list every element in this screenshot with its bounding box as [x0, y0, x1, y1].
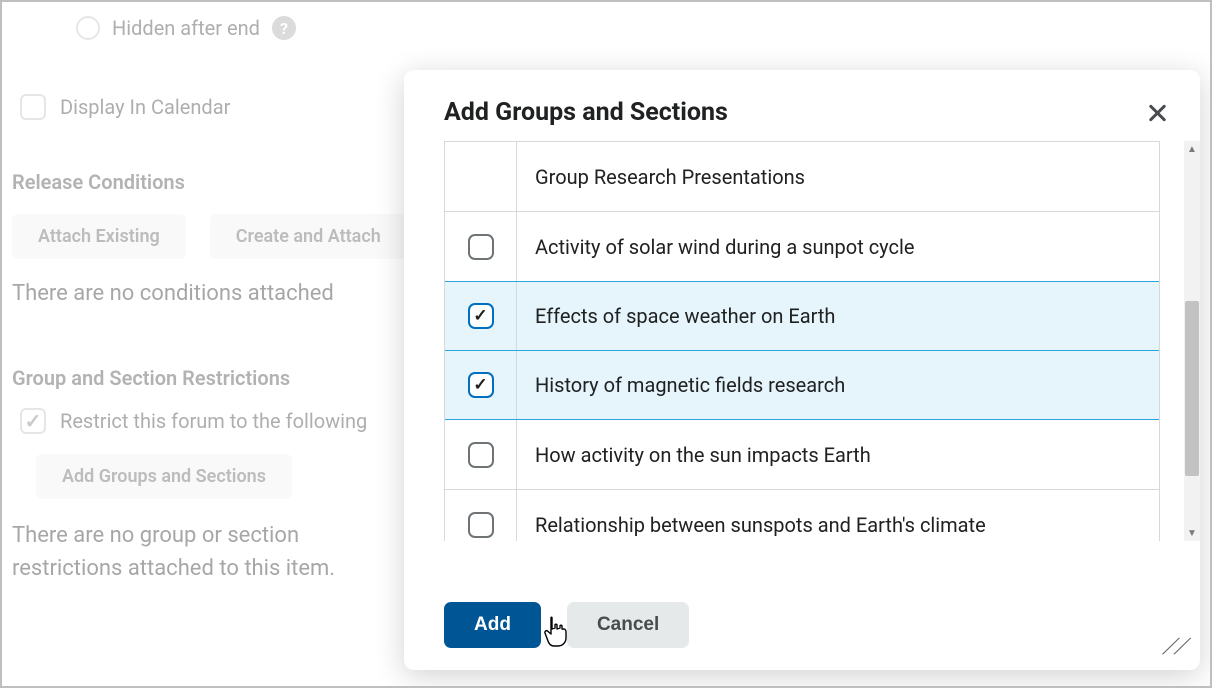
row-label: Activity of solar wind during a sunpot c… [517, 235, 1159, 259]
row-label: How activity on the sun impacts Earth [517, 443, 1159, 467]
header-label: Group Research Presentations [517, 165, 1159, 189]
scrollbar-track[interactable]: ▲ ▼ [1184, 141, 1200, 541]
modal-header: Add Groups and Sections [404, 70, 1200, 141]
row-check-cell [445, 490, 517, 541]
table-row[interactable]: History of magnetic fields research [445, 350, 1159, 420]
add-button[interactable]: Add [444, 602, 541, 648]
scroll-up-icon[interactable]: ▲ [1184, 141, 1200, 157]
table-row[interactable]: Effects of space weather on Earth [445, 281, 1159, 351]
resize-handle-icon[interactable]: ⟋⟋ [1161, 635, 1188, 660]
row-checkbox[interactable] [468, 512, 494, 538]
scrollbar-thumb[interactable] [1185, 301, 1199, 476]
row-check-cell [445, 420, 517, 489]
row-label: Effects of space weather on Earth [517, 304, 1159, 328]
table-row[interactable]: Relationship between sunspots and Earth'… [445, 490, 1159, 541]
close-icon[interactable] [1146, 102, 1168, 124]
table-row[interactable]: Activity of solar wind during a sunpot c… [445, 212, 1159, 282]
row-checkbox[interactable] [468, 442, 494, 468]
row-label: Relationship between sunspots and Earth'… [517, 513, 1159, 537]
row-label: History of magnetic fields research [517, 373, 1159, 397]
row-checkbox[interactable] [468, 303, 494, 329]
header-check-cell [445, 142, 517, 211]
row-check-cell [445, 282, 517, 350]
modal-body: Group Research Presentations Activity of… [404, 141, 1200, 586]
table-row[interactable]: How activity on the sun impacts Earth [445, 420, 1159, 490]
add-groups-modal: Add Groups and Sections Group Research P… [404, 70, 1200, 670]
scroll-down-icon[interactable]: ▼ [1184, 525, 1200, 541]
groups-table: Group Research Presentations Activity of… [444, 141, 1160, 541]
modal-title: Add Groups and Sections [444, 98, 728, 127]
cancel-button[interactable]: Cancel [567, 602, 689, 648]
row-checkbox[interactable] [468, 372, 494, 398]
row-check-cell [445, 351, 517, 419]
table-header-row: Group Research Presentations [445, 142, 1159, 212]
modal-footer: Add Cancel ⟋⟋ [404, 586, 1200, 670]
row-check-cell [445, 212, 517, 281]
row-checkbox[interactable] [468, 234, 494, 260]
